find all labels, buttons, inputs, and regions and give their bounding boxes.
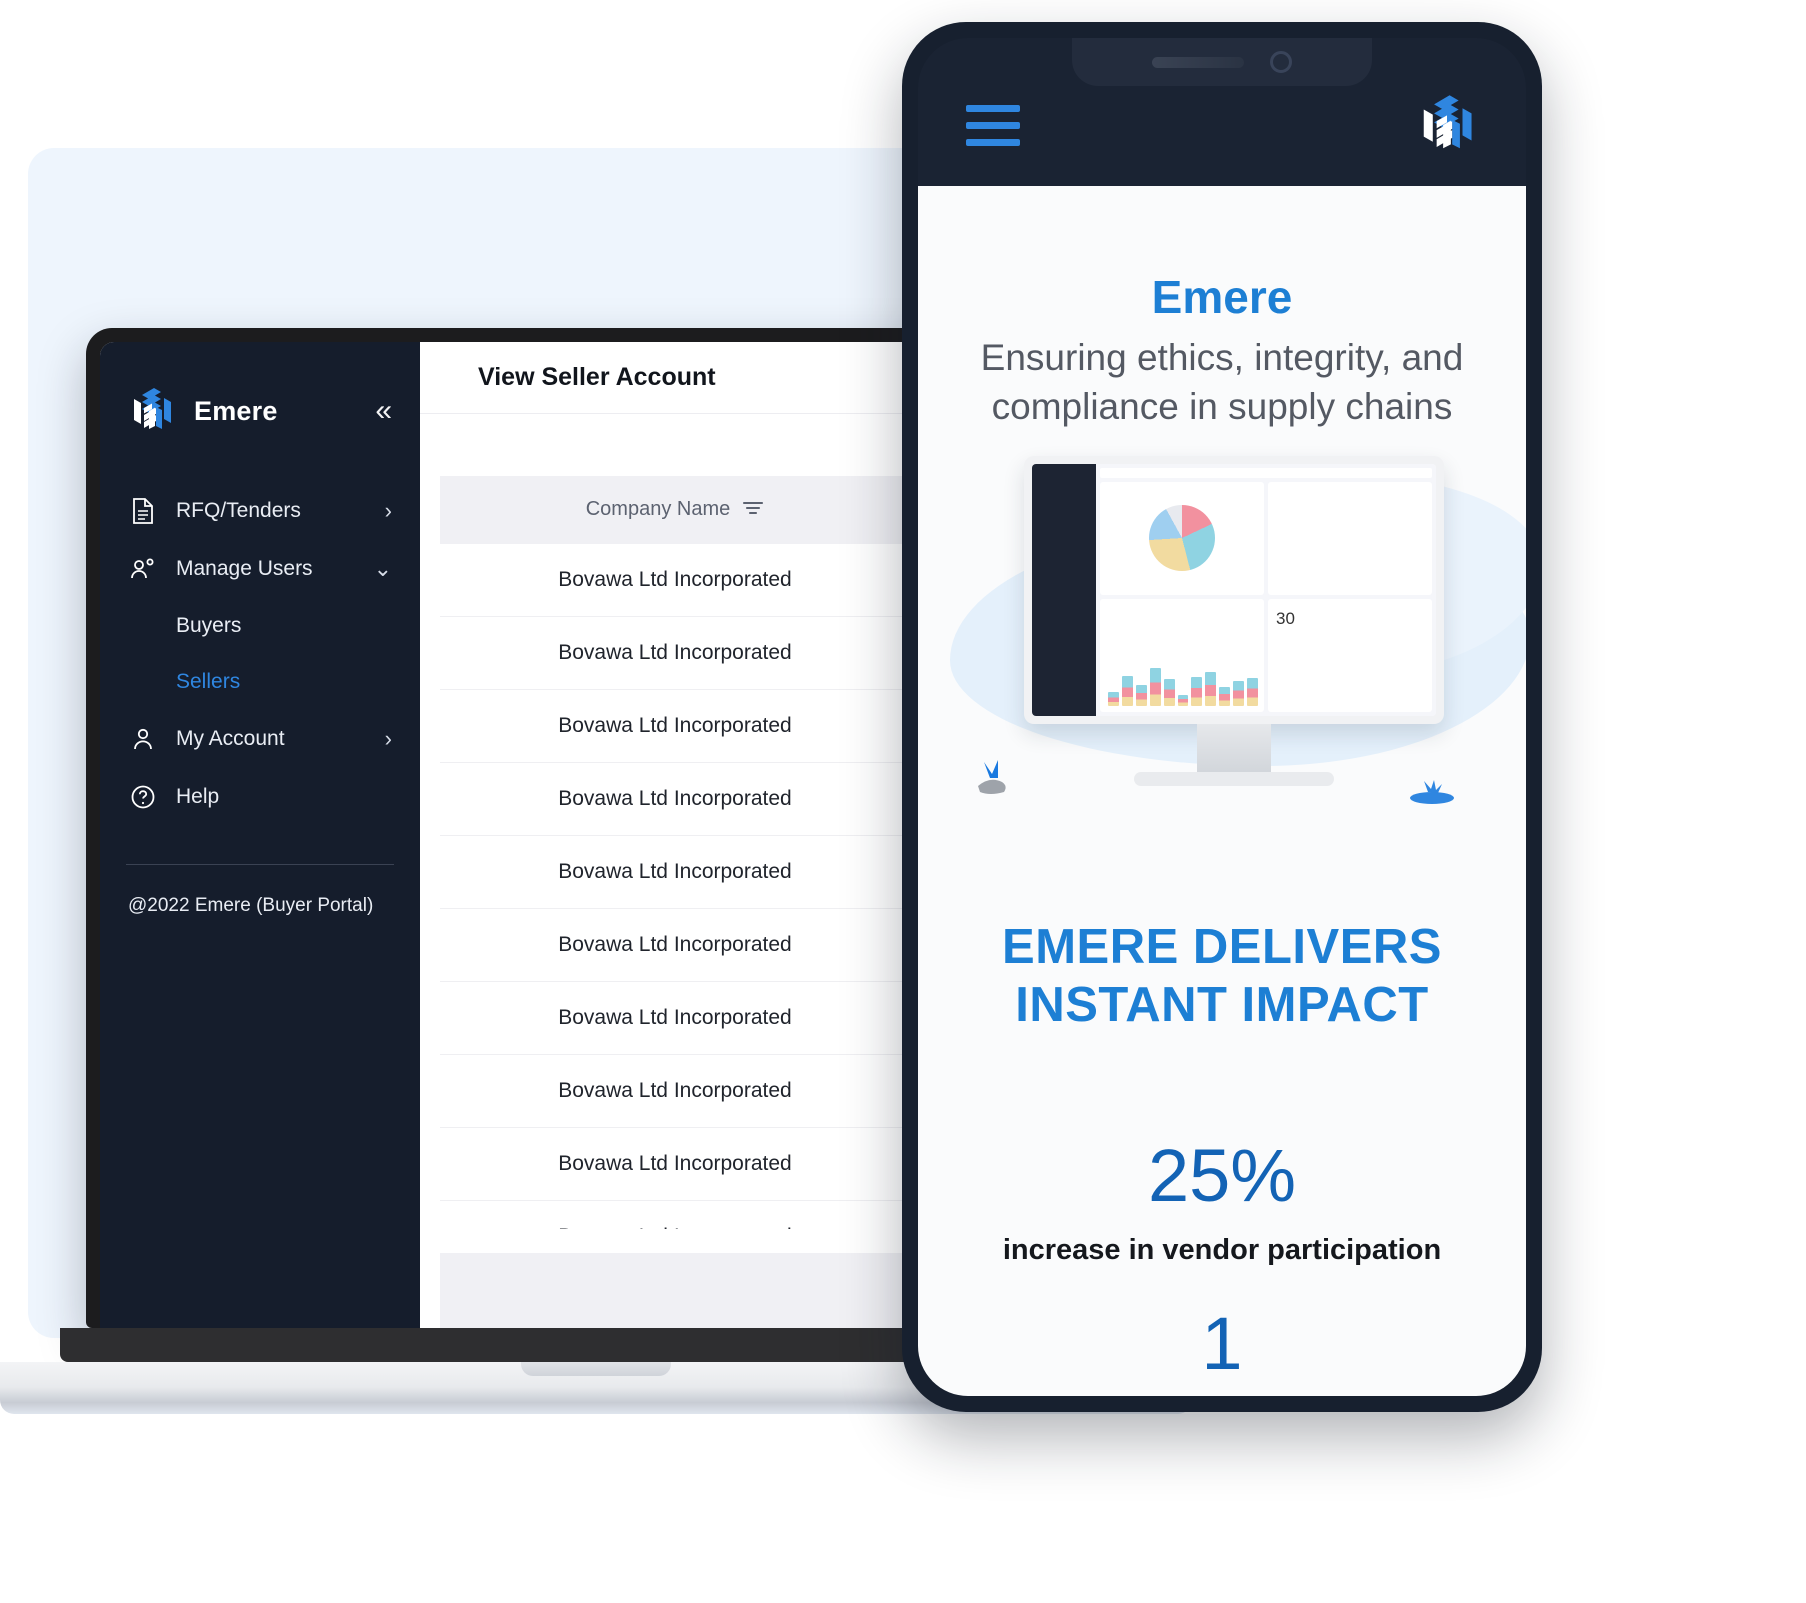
- phone-notch: [1072, 38, 1372, 86]
- stat-label: increase in vendor participation: [1002, 1234, 1442, 1267]
- sidebar-brand-name: Emere: [194, 395, 278, 426]
- app-sidebar: Emere « RFQ/Tenders › Manage Users ⌄ Buy…: [100, 342, 420, 1328]
- sidebar-subitem-label: Buyers: [176, 614, 242, 637]
- chevron-right-icon: ›: [384, 726, 392, 751]
- cell-company-name: Bovawa Ltd Incorporated: [440, 981, 910, 1056]
- cell-company-name: Bovawa Ltd Incorporated: [440, 835, 910, 910]
- mini-list-card: [1268, 481, 1432, 595]
- sidebar-item-label: Manage Users: [176, 557, 313, 580]
- stat-next-partial: 1: [1201, 1302, 1243, 1386]
- mini-kpi-value: 30: [1276, 608, 1295, 628]
- sidebar-subitem-buyers[interactable]: Buyers: [100, 598, 420, 654]
- sidebar-subitem-sellers[interactable]: Sellers: [100, 654, 420, 710]
- phone-screen: Emere Ensuring ethics, integrity, and co…: [918, 38, 1526, 1396]
- monitor-screen: 30: [1032, 463, 1436, 716]
- mini-bar-chart-card: [1100, 598, 1264, 712]
- cell-company-name: Bovawa Ltd Incorporated: [440, 908, 910, 983]
- chevron-right-icon: ›: [384, 498, 392, 523]
- hamburger-menu-icon[interactable]: [966, 104, 1020, 146]
- cell-company-name: Bovawa Ltd Incorporated: [440, 616, 910, 691]
- front-camera-icon: [1270, 51, 1292, 73]
- earpiece-speaker-icon: [1152, 56, 1244, 68]
- monitor-stand: [1197, 723, 1271, 772]
- mini-dashboard-breadcrumb: [1100, 467, 1432, 478]
- sidebar-item-label: RFQ/Tenders: [176, 499, 301, 522]
- column-header-label: Company Name: [585, 498, 731, 521]
- sidebar-nav: RFQ/Tenders › Manage Users ⌄ Buyers Sell…: [100, 482, 420, 826]
- users-icon: [128, 557, 158, 581]
- mini-kpi-card: 30: [1268, 598, 1432, 712]
- hero-brand-title: Emere: [1151, 271, 1293, 323]
- hero-subtitle: Ensuring ethics, integrity, and complian…: [980, 337, 1464, 427]
- monitor-base: [1134, 771, 1334, 786]
- mini-dashboard-row-top: [1100, 481, 1432, 595]
- stat-value: 25%: [1147, 1134, 1297, 1218]
- cell-company-name: Bovawa Ltd Incorporated: [440, 762, 910, 837]
- cell-company-name: Bovawa Ltd Incorporated: [440, 1127, 910, 1202]
- sidebar-item-my-account[interactable]: My Account ›: [100, 710, 420, 768]
- phone-page-content: Emere Ensuring ethics, integrity, and co…: [918, 186, 1526, 1396]
- mini-dashboard-row-bottom: 30: [1100, 598, 1432, 712]
- cell-company-name: Bovawa Ltd Incorporated: [440, 1200, 910, 1229]
- cell-company-name: Bovawa Ltd Incorporated: [440, 1054, 910, 1129]
- cell-company-name: Bovawa Ltd Incorporated: [440, 543, 910, 618]
- mini-dashboard-sidebar: [1032, 463, 1096, 716]
- emere-cube-logo-icon: [128, 385, 176, 437]
- laptop-trackpad-notch: [521, 1362, 671, 1376]
- mini-dashboard-main: 30: [1096, 463, 1436, 716]
- question-circle-icon: [128, 784, 158, 810]
- hero-illustration: 30: [932, 448, 1526, 848]
- sidebar-item-help[interactable]: Help: [100, 768, 420, 826]
- column-header-company-name[interactable]: Company Name: [440, 475, 910, 544]
- pie-chart-icon: [1149, 505, 1215, 572]
- document-icon: [128, 497, 158, 525]
- cell-company-name: Bovawa Ltd Incorporated: [440, 689, 910, 764]
- sidebar-item-label: Help: [176, 785, 220, 808]
- chevron-down-icon: ⌄: [373, 556, 392, 581]
- sidebar-item-manage-users[interactable]: Manage Users ⌄: [100, 540, 420, 598]
- person-icon: [128, 726, 158, 752]
- impact-heading: EMERE DELIVERS INSTANT IMPACT: [1002, 919, 1442, 1033]
- screenshot-stage: Emere « RFQ/Tenders › Manage Users ⌄ Buy…: [0, 0, 1806, 1603]
- sidebar-item-rfq-tenders[interactable]: RFQ/Tenders ›: [100, 482, 420, 540]
- sidebar-item-label: My Account: [176, 727, 285, 750]
- mini-pie-chart-card: [1100, 481, 1264, 595]
- desktop-monitor-illustration: 30: [1024, 455, 1444, 786]
- sidebar-footer-copyright: @2022 Emere (Buyer Portal): [128, 895, 374, 916]
- plant-icon: [1404, 778, 1460, 817]
- monitor-frame: 30: [1024, 455, 1444, 724]
- filter-icon[interactable]: [742, 498, 764, 521]
- bar-chart-icon: [1108, 658, 1258, 706]
- plant-rock-icon: [968, 756, 1022, 805]
- phone-mockup: Emere Ensuring ethics, integrity, and co…: [902, 22, 1542, 1412]
- sidebar-brand: Emere «: [100, 378, 420, 444]
- sidebar-subitem-label: Sellers: [176, 670, 241, 693]
- emere-cube-logo-icon[interactable]: [1416, 91, 1478, 159]
- chevron-double-left-icon[interactable]: «: [375, 396, 392, 426]
